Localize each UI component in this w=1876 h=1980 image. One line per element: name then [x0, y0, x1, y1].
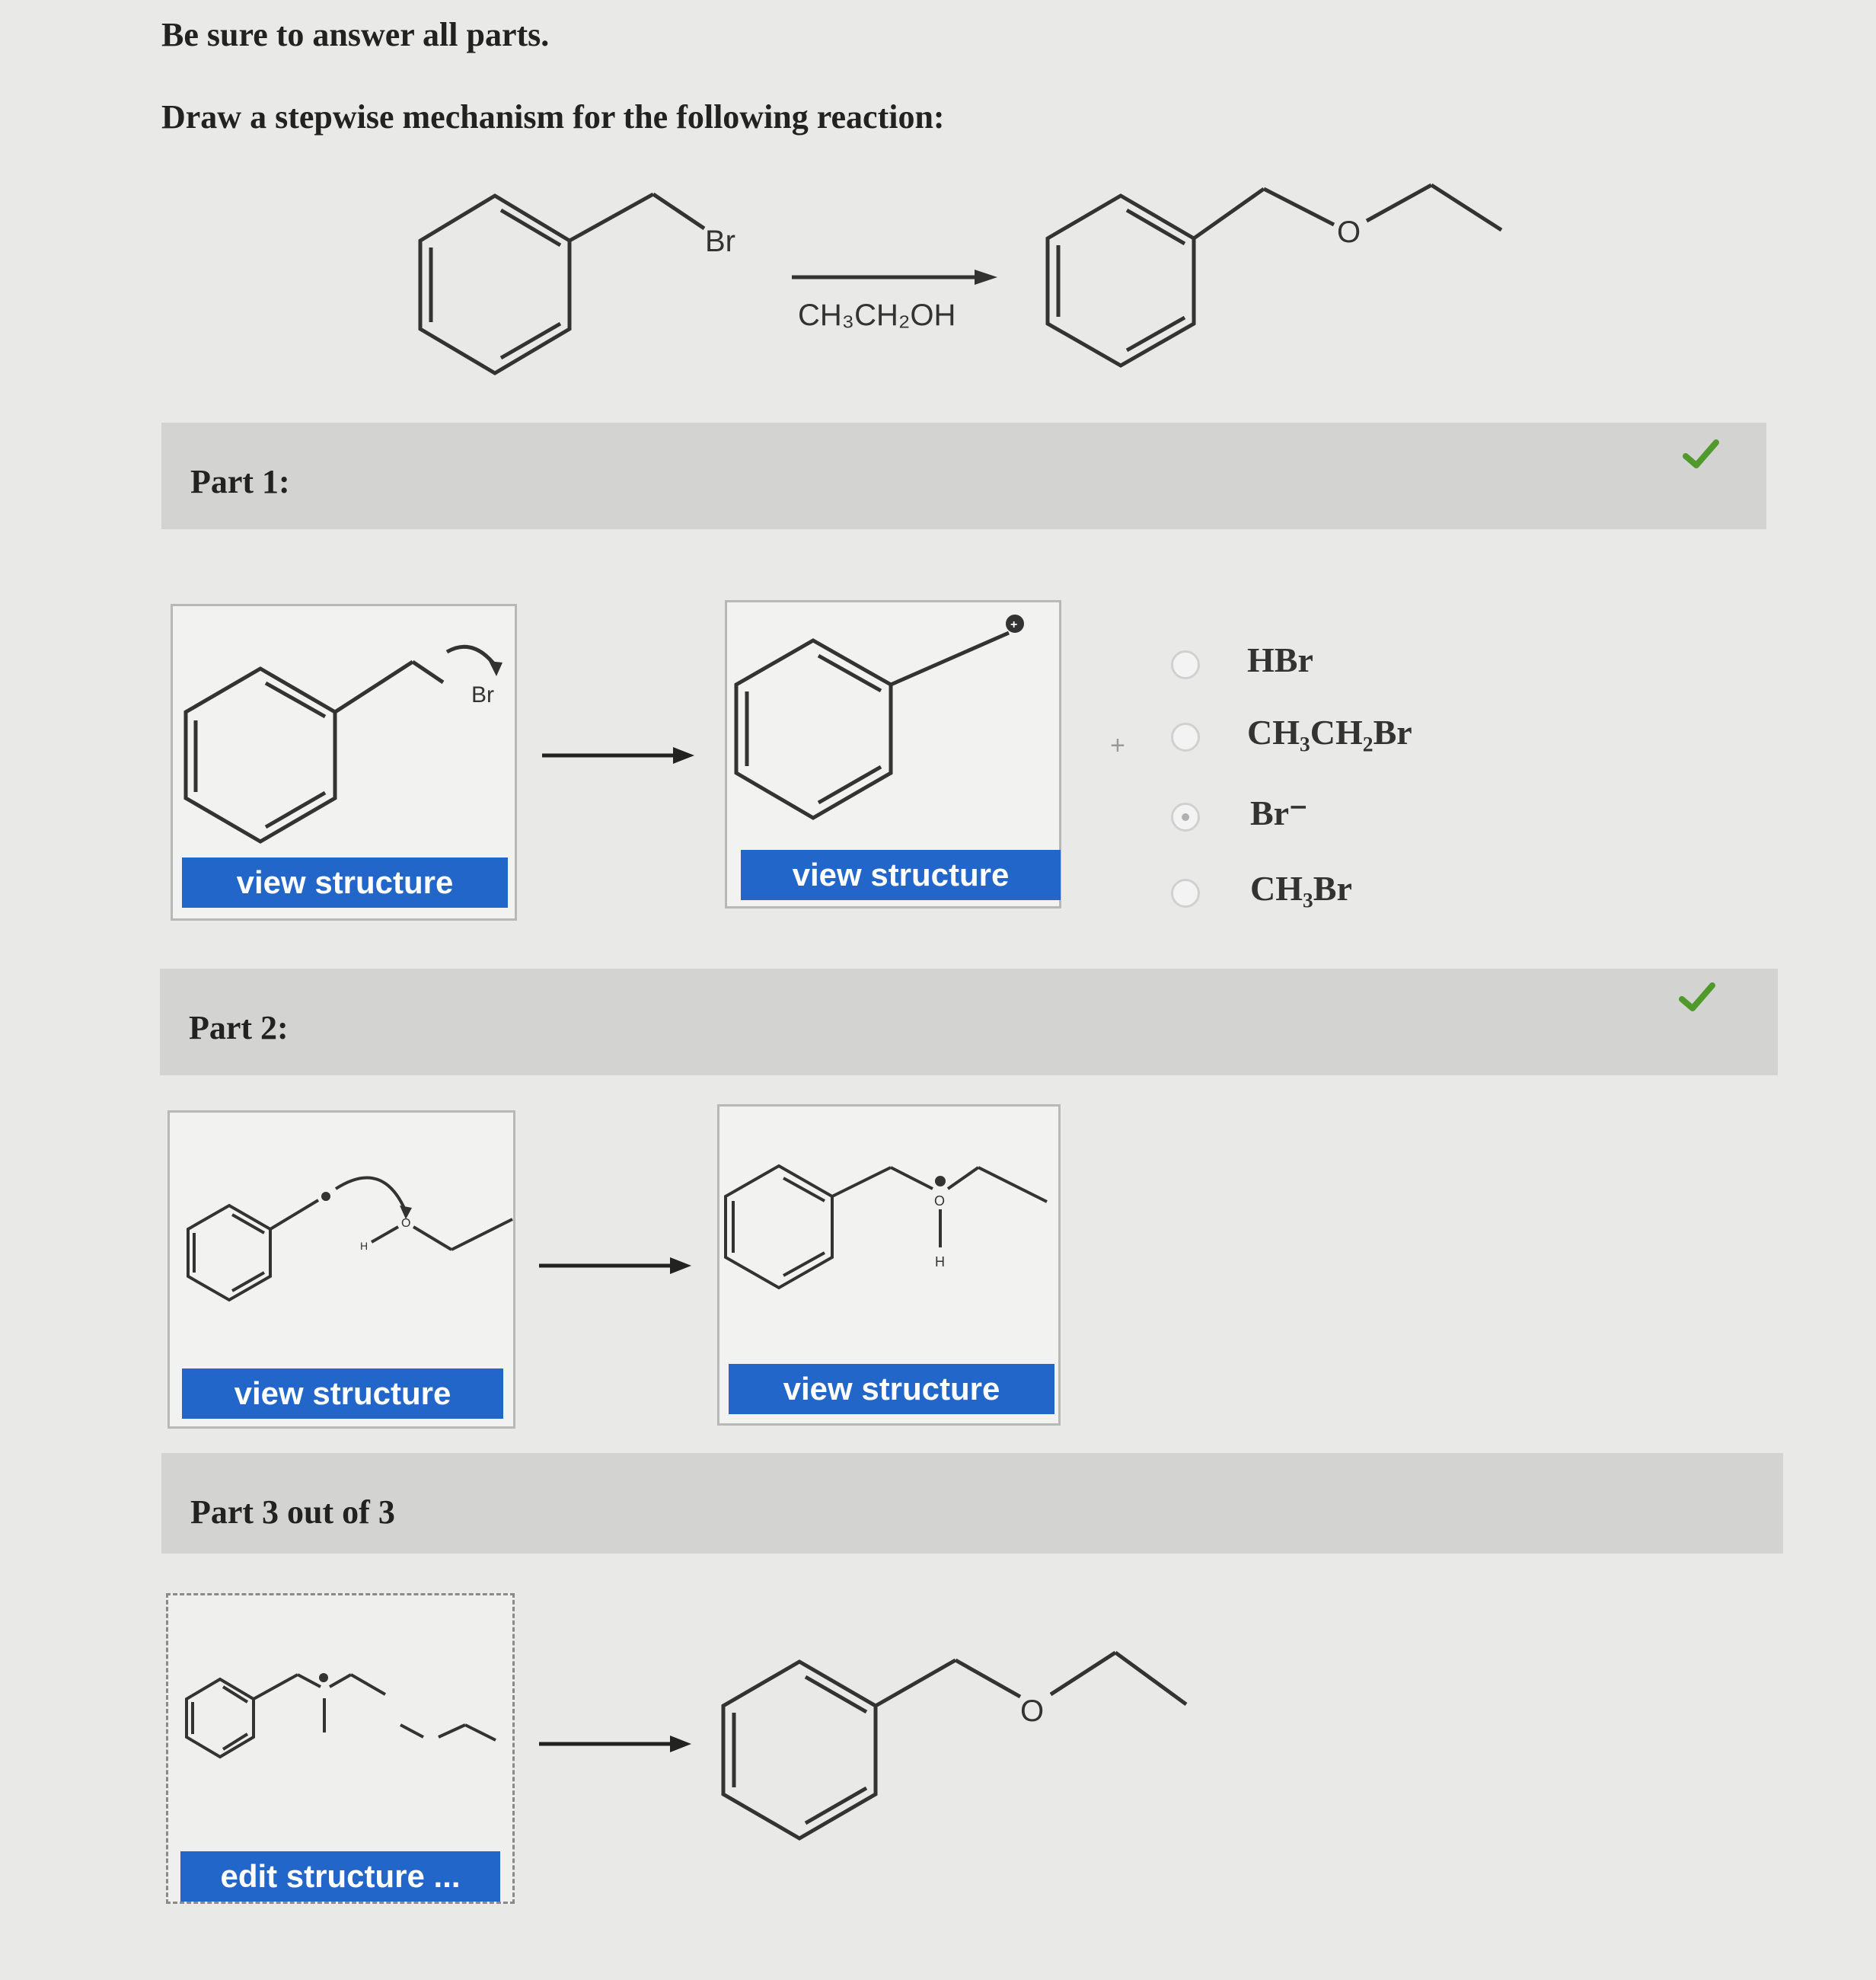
- part-3-product-oxygen-label: O: [1020, 1694, 1044, 1728]
- part-3-product-structure: O: [721, 1650, 1188, 1841]
